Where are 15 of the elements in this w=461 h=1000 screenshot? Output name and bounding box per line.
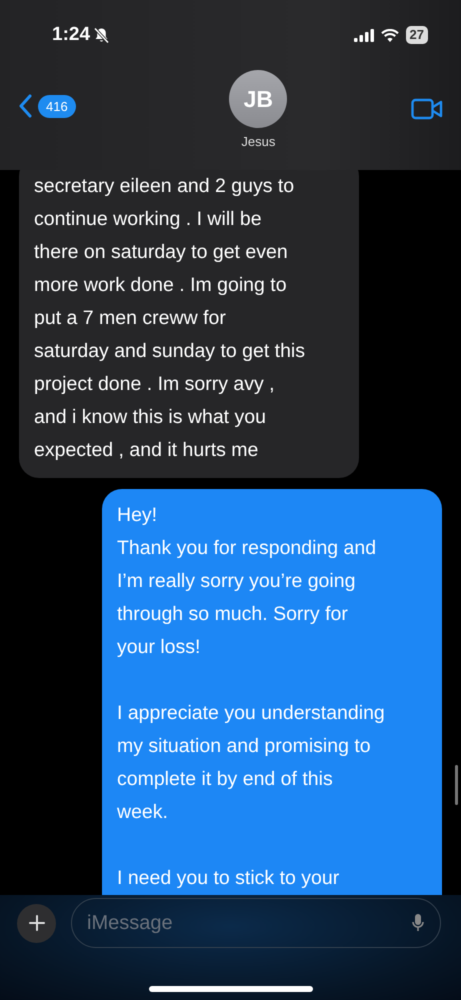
video-camera-icon [410,98,443,120]
clock-time: 1:24 [52,24,90,46]
message-input-field[interactable]: iMessage [71,898,441,948]
add-button[interactable] [17,904,56,942]
signal-icon [354,28,374,42]
wifi-icon [380,28,399,42]
avatar: JB [229,70,288,128]
battery-indicator: 27 [406,26,428,44]
contact-button[interactable]: JB Jesus [229,70,288,149]
chevron-left-icon [18,94,32,118]
back-button[interactable]: 416 [18,94,76,118]
plus-icon [28,915,44,931]
contact-name: Jesus [241,134,276,149]
microphone-icon [412,913,424,933]
unread-count-badge: 416 [38,94,76,118]
